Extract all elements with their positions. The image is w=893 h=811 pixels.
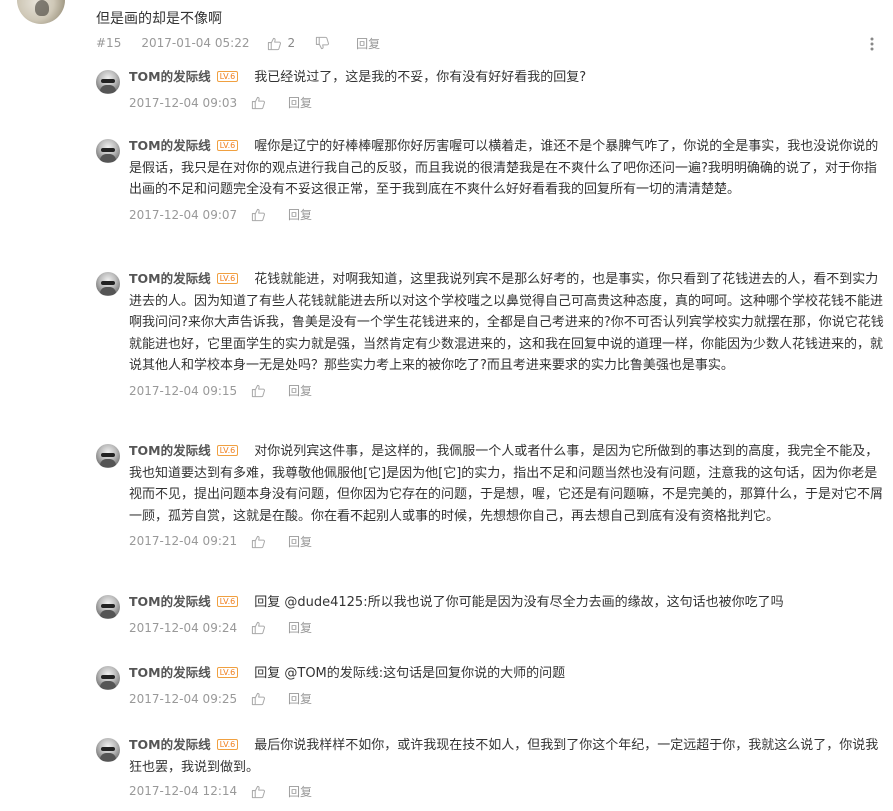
level-badge: LV.6 bbox=[216, 445, 239, 456]
reply-button[interactable]: 回复 bbox=[356, 35, 380, 52]
reply-button[interactable]: 回复 bbox=[288, 94, 312, 111]
avatar[interactable] bbox=[96, 595, 120, 619]
reply-time: 2017-12-04 09:15 bbox=[129, 383, 238, 398]
username[interactable]: TOM的发际线 bbox=[129, 271, 211, 286]
reply-item: TOM的发际线 LV.6 回复 @dude4125:所以我也说了你可能是因为没有尽全… bbox=[96, 591, 886, 636]
reply-button[interactable]: 回复 bbox=[288, 783, 312, 800]
avatar[interactable] bbox=[96, 139, 120, 163]
comment-meta: #15 2017-01-04 05:22 2 回复 bbox=[96, 35, 380, 51]
reply-text: 我已经说过了，这是我的不妥，你有没有好好看我的回复? bbox=[254, 70, 587, 85]
avatar[interactable] bbox=[96, 444, 120, 468]
level-badge: LV.6 bbox=[216, 273, 239, 284]
username[interactable]: TOM的发际线 bbox=[129, 737, 211, 752]
like-button[interactable]: 2 bbox=[267, 36, 295, 51]
reply-text: 对你说列宾这件事，是这样的，我佩服一个人或者什么事，是因为它所做到的事达到的高度… bbox=[129, 444, 884, 524]
reply-item: TOM的发际线 LV.6 回复 @TOM的发际线:这句话是回复你说的大师的问题 20… bbox=[96, 662, 886, 707]
avatar[interactable] bbox=[96, 666, 120, 690]
reply-text: 回复 @TOM的发际线:这句话是回复你说的大师的问题 bbox=[254, 666, 566, 681]
avatar[interactable] bbox=[96, 70, 120, 94]
thumbs-up-icon[interactable] bbox=[251, 534, 266, 549]
reply-text: 喔你是辽宁的好棒棒喔那你好厉害喔可以横着走，谁还不是个暴脾气咋了，你说的全是事实… bbox=[129, 139, 879, 197]
thumbs-up-icon[interactable] bbox=[251, 691, 266, 706]
reply-text: 最后你说我样样不如你，或许我现在技不如人，但我到了你这个年纪，一定远超于你，我就… bbox=[129, 738, 879, 775]
thumbs-up-icon[interactable] bbox=[251, 207, 266, 222]
reply-button[interactable]: 回复 bbox=[288, 533, 312, 550]
reply-text: 花钱就能进，对啊我知道，这里我说列宾不是那么好考的，也是事实，你只看到了花钱进去… bbox=[129, 272, 884, 373]
reply-item: TOM的发际线 LV.6 喔你是辽宁的好棒棒喔那你好厉害喔可以横着走，谁还不是个暴脾… bbox=[96, 135, 886, 223]
level-badge: LV.6 bbox=[216, 71, 239, 82]
reply-text: 回复 @dude4125:所以我也说了你可能是因为没有尽全力去画的缘故，这句话也… bbox=[254, 595, 784, 610]
reply-button[interactable]: 回复 bbox=[288, 690, 312, 707]
reply-time: 2017-12-04 09:21 bbox=[129, 534, 238, 548]
reply-button[interactable]: 回复 bbox=[288, 206, 312, 223]
thumbs-down-icon[interactable] bbox=[315, 36, 330, 51]
thumbs-up-icon[interactable] bbox=[251, 95, 266, 110]
level-badge: LV.6 bbox=[216, 739, 239, 750]
more-options-icon[interactable] bbox=[866, 36, 878, 52]
reply-button[interactable]: 回复 bbox=[288, 382, 312, 399]
username[interactable]: TOM的发际线 bbox=[129, 594, 211, 609]
reply-time: 2017-12-04 12:14 bbox=[129, 784, 238, 798]
floor-number: #15 bbox=[96, 36, 122, 50]
reply-time: 2017-12-04 09:25 bbox=[129, 691, 238, 706]
avatar[interactable] bbox=[17, 0, 65, 24]
thumbs-up-icon[interactable] bbox=[251, 620, 266, 635]
reply-time: 2017-12-04 09:03 bbox=[129, 95, 238, 110]
reply-button[interactable]: 回复 bbox=[288, 619, 312, 636]
comment-time: 2017-01-04 05:22 bbox=[141, 36, 250, 50]
reply-item: TOM的发际线 LV.6 我已经说过了，这是我的不妥，你有没有好好看我的回复? 20… bbox=[96, 66, 886, 111]
avatar[interactable] bbox=[96, 738, 120, 762]
level-badge: LV.6 bbox=[216, 667, 239, 678]
reply-item: TOM的发际线 LV.6 最后你说我样样不如你，或许我现在技不如人，但我到了你这个年… bbox=[96, 734, 886, 799]
like-count: 2 bbox=[287, 36, 296, 50]
thumbs-up-icon[interactable] bbox=[251, 784, 266, 799]
username[interactable]: TOM的发际线 bbox=[129, 443, 211, 458]
comment-text: 但是画的却是不像啊 bbox=[96, 11, 222, 27]
avatar[interactable] bbox=[96, 272, 120, 296]
reply-item: TOM的发际线 LV.6 花钱就能进，对啊我知道，这里我说列宾不是那么好考的，也是事… bbox=[96, 268, 886, 399]
thumbs-up-icon[interactable] bbox=[251, 383, 266, 398]
level-badge: LV.6 bbox=[216, 596, 239, 607]
level-badge: LV.6 bbox=[216, 140, 239, 151]
reply-item: TOM的发际线 LV.6 对你说列宾这件事，是这样的，我佩服一个人或者什么事，是因为… bbox=[96, 440, 886, 549]
thumbs-up-icon bbox=[267, 36, 282, 51]
username[interactable]: TOM的发际线 bbox=[129, 665, 211, 680]
reply-time: 2017-12-04 09:24 bbox=[129, 620, 238, 635]
username[interactable]: TOM的发际线 bbox=[129, 69, 211, 84]
reply-time: 2017-12-04 09:07 bbox=[129, 207, 238, 222]
username[interactable]: TOM的发际线 bbox=[129, 138, 211, 153]
